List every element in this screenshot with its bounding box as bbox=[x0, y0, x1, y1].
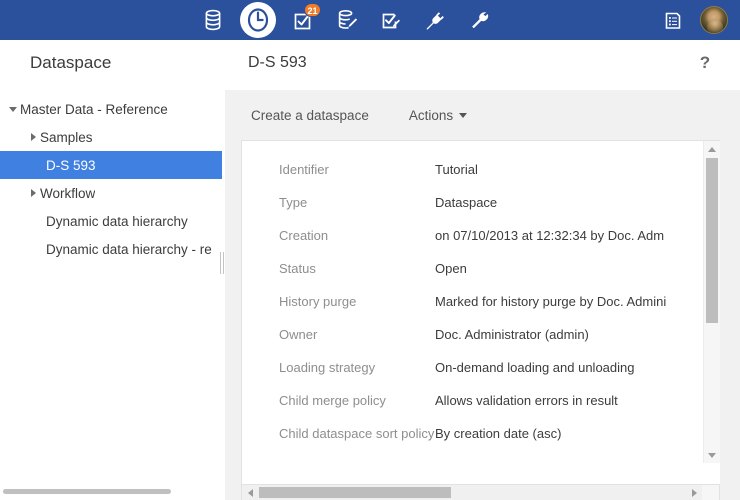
detail-value: On-demand loading and unloading bbox=[435, 360, 704, 375]
detail-value: Open bbox=[435, 261, 704, 276]
detail-label: Owner bbox=[242, 327, 435, 342]
details-vertical-scrollbar[interactable] bbox=[703, 141, 720, 463]
document-list-icon[interactable] bbox=[656, 3, 690, 37]
horizontal-scroll-thumb[interactable] bbox=[259, 487, 451, 498]
chevron-down-icon[interactable] bbox=[6, 95, 20, 123]
detail-row: Child dataspace sort policy By creation … bbox=[242, 417, 704, 450]
sidebar-item-label: D-S 593 bbox=[46, 158, 96, 173]
detail-value: Marked for history purge by Doc. Admini bbox=[435, 294, 704, 309]
checklist-badge: 21 bbox=[304, 3, 321, 17]
create-dataspace-button[interactable]: Create a dataspace bbox=[249, 104, 371, 127]
plug-icon[interactable] bbox=[418, 3, 452, 37]
sidebar-item-d-s-593[interactable]: D-S 593 bbox=[0, 151, 222, 179]
sidebar-item-label: Workflow bbox=[40, 186, 95, 201]
detail-label: Loading strategy bbox=[242, 360, 435, 375]
sidebar-tree-panel: Master Data - Reference Samples D-S 593 … bbox=[0, 90, 222, 500]
actions-menu-button[interactable]: Actions bbox=[407, 104, 469, 127]
sidebar-scroll-thumb[interactable] bbox=[3, 489, 171, 494]
page-subtitle: D-S 593 bbox=[248, 54, 307, 72]
detail-label: Creation bbox=[242, 228, 435, 243]
checklist-edit-icon[interactable] bbox=[374, 3, 408, 37]
detail-value: Allows validation errors in result bbox=[435, 393, 704, 408]
database-icon[interactable] bbox=[196, 3, 230, 37]
scroll-down-icon[interactable] bbox=[704, 447, 720, 463]
chevron-right-icon[interactable] bbox=[26, 179, 40, 207]
top-navigation-bar: 21 bbox=[0, 0, 740, 40]
detail-label: Identifier bbox=[242, 162, 435, 177]
details-horizontal-scrollbar[interactable] bbox=[241, 485, 720, 500]
page-header: Dataspace D-S 593 ? bbox=[0, 40, 740, 90]
sidebar-item-dynamic-data-hierarchy[interactable]: Dynamic data hierarchy bbox=[0, 207, 222, 235]
sidebar-item-master-data-reference[interactable]: Master Data - Reference bbox=[0, 95, 222, 123]
tree: Master Data - Reference Samples D-S 593 … bbox=[0, 90, 222, 263]
details-panel: Identifier Tutorial Type Dataspace Creat… bbox=[241, 140, 720, 485]
sidebar-item-workflow[interactable]: Workflow bbox=[0, 179, 222, 207]
detail-value: Doc. Administrator (admin) bbox=[435, 327, 704, 342]
detail-label: Type bbox=[242, 195, 435, 210]
help-icon[interactable]: ? bbox=[695, 52, 715, 74]
detail-row: Status Open bbox=[242, 252, 704, 285]
detail-value: Dataspace bbox=[435, 195, 704, 210]
topbar-icon-group: 21 bbox=[180, 0, 640, 40]
sidebar-item-label: Dynamic data hierarchy bbox=[46, 214, 188, 229]
scrollbar-corner bbox=[702, 485, 719, 500]
scroll-left-icon[interactable] bbox=[242, 485, 258, 500]
content-action-bar: Create a dataspace Actions bbox=[225, 90, 720, 140]
wrench-icon[interactable] bbox=[462, 3, 496, 37]
detail-value: Tutorial bbox=[435, 162, 704, 177]
detail-row: Child merge policy Allows validation err… bbox=[242, 384, 704, 417]
detail-row: History purge Marked for history purge b… bbox=[242, 285, 704, 318]
detail-label: Child dataspace sort policy bbox=[242, 426, 435, 441]
clock-icon[interactable] bbox=[240, 2, 276, 38]
detail-row: Loading strategy On-demand loading and u… bbox=[242, 351, 704, 384]
detail-label: Status bbox=[242, 261, 435, 276]
chevron-down-icon bbox=[459, 113, 467, 118]
detail-value: By creation date (asc) bbox=[435, 426, 704, 441]
database-edit-icon[interactable] bbox=[330, 3, 364, 37]
detail-value: on 07/10/2013 at 12:32:34 by Doc. Adm bbox=[435, 228, 704, 243]
details-list: Identifier Tutorial Type Dataspace Creat… bbox=[242, 141, 704, 463]
application-window: 21 bbox=[0, 0, 740, 500]
scroll-up-icon[interactable] bbox=[704, 141, 720, 157]
sidebar-item-dynamic-data-hierarchy-re[interactable]: Dynamic data hierarchy - re bbox=[0, 235, 222, 263]
sidebar-item-samples[interactable]: Samples bbox=[0, 123, 222, 151]
checklist-icon[interactable]: 21 bbox=[286, 3, 320, 37]
sidebar-horizontal-scrollbar[interactable] bbox=[0, 488, 222, 496]
sidebar-item-label: Samples bbox=[40, 130, 93, 145]
sidebar-item-label: Dynamic data hierarchy - re bbox=[46, 242, 212, 257]
chevron-right-icon[interactable] bbox=[26, 123, 40, 151]
sidebar-item-label: Master Data - Reference bbox=[20, 102, 168, 117]
user-avatar[interactable] bbox=[700, 6, 728, 34]
detail-label: Child merge policy bbox=[242, 393, 435, 408]
vertical-scroll-thumb[interactable] bbox=[706, 158, 718, 323]
content-area: Create a dataspace Actions Identifier Tu… bbox=[225, 90, 720, 500]
detail-row: Owner Doc. Administrator (admin) bbox=[242, 318, 704, 351]
detail-row: Creation on 07/10/2013 at 12:32:34 by Do… bbox=[242, 219, 704, 252]
topbar-left-spacer bbox=[0, 0, 180, 40]
topbar-right-group bbox=[640, 0, 740, 40]
page-title: Dataspace bbox=[30, 53, 111, 73]
actions-menu-label: Actions bbox=[409, 108, 453, 123]
detail-row: Type Dataspace bbox=[242, 186, 704, 219]
detail-row: Identifier Tutorial bbox=[242, 153, 704, 186]
detail-label: History purge bbox=[242, 294, 435, 309]
scroll-right-icon[interactable] bbox=[686, 485, 702, 500]
